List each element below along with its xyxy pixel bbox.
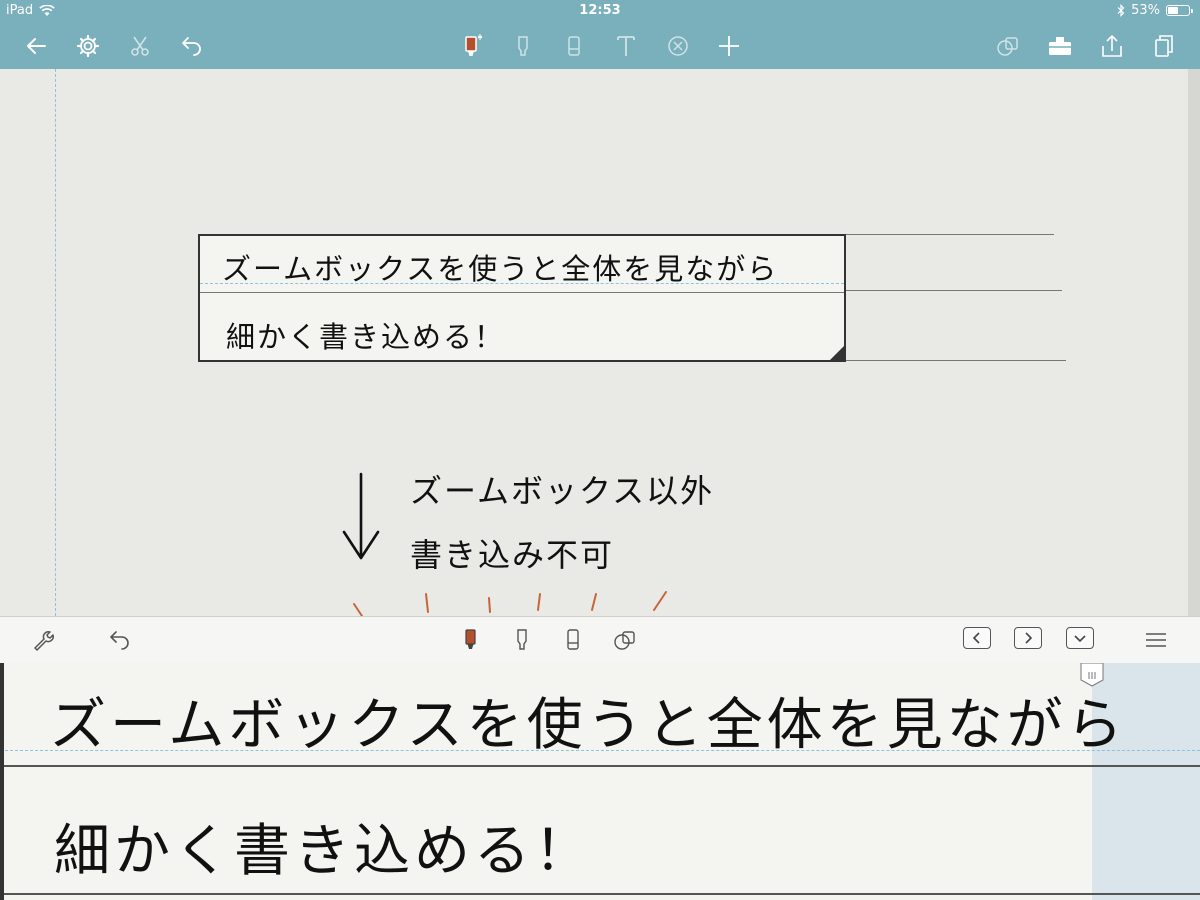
zoom-highlighter-button[interactable] bbox=[507, 625, 537, 655]
ruled-line bbox=[846, 290, 1062, 291]
zoom-eraser-button[interactable] bbox=[558, 625, 588, 655]
zoom-pen-button[interactable] bbox=[455, 625, 485, 655]
main-toolbar bbox=[0, 22, 1200, 69]
undo-icon bbox=[110, 631, 129, 650]
zoom-advance-handle[interactable] bbox=[1080, 663, 1104, 687]
zoom-panel-toolbar bbox=[0, 616, 1200, 664]
zoom-ruled-line bbox=[0, 893, 1200, 895]
battery-percent: 53% bbox=[1131, 3, 1160, 18]
zoom-settings-button[interactable] bbox=[28, 625, 58, 655]
note-line-2: 書き込み不可 bbox=[410, 536, 615, 574]
next-icon bbox=[1025, 632, 1033, 644]
back-button[interactable] bbox=[21, 31, 51, 61]
scissors-button[interactable] bbox=[125, 31, 155, 61]
highlighter-icon bbox=[517, 629, 527, 650]
highlighter-icon bbox=[518, 36, 528, 56]
wrench-icon bbox=[34, 631, 54, 651]
zoom-handwriting-line-2: 細かく書き込める！ bbox=[54, 819, 594, 884]
undo-button[interactable] bbox=[176, 31, 206, 61]
zoom-prev-button[interactable] bbox=[963, 627, 991, 649]
scissors-icon bbox=[131, 36, 149, 56]
pen-icon bbox=[465, 629, 476, 649]
share-icon bbox=[1102, 35, 1122, 57]
zoom-box-ruled-line bbox=[200, 292, 844, 293]
eraser-icon bbox=[568, 36, 580, 56]
add-icon bbox=[719, 36, 739, 56]
back-arrow-icon bbox=[27, 38, 46, 54]
down-icon bbox=[1074, 635, 1086, 643]
ruled-line bbox=[846, 234, 1054, 235]
zoom-box-resize-handle[interactable] bbox=[830, 346, 844, 360]
add-button[interactable] bbox=[714, 31, 744, 61]
battery-fill bbox=[1168, 7, 1178, 14]
zoom-down-button[interactable] bbox=[1066, 627, 1094, 649]
gear-icon bbox=[76, 34, 100, 58]
undo-icon bbox=[182, 37, 201, 56]
battery-icon bbox=[1166, 5, 1193, 16]
pages-icon bbox=[1155, 35, 1173, 57]
menu-icon bbox=[1146, 633, 1166, 647]
delete-circle-icon bbox=[668, 36, 688, 56]
toolbox-icon bbox=[1049, 37, 1071, 55]
zoom-handwriting-line-1: ズームボックスを使うと全体を見ながら bbox=[50, 693, 1127, 758]
zoom-shapes-button[interactable] bbox=[610, 625, 640, 655]
pen-tool-button[interactable] bbox=[456, 31, 486, 61]
status-bar: iPad 12:53 53% bbox=[0, 0, 1200, 22]
bluetooth-icon bbox=[1117, 4, 1125, 17]
zoom-undo-button[interactable] bbox=[104, 625, 134, 655]
zoom-next-button[interactable] bbox=[1014, 627, 1042, 649]
delete-tool-button[interactable] bbox=[663, 31, 693, 61]
prev-icon bbox=[972, 632, 980, 644]
zoom-box-left-edge bbox=[0, 663, 4, 900]
down-arrow-drawing bbox=[342, 472, 380, 560]
highlighter-tool-button[interactable] bbox=[508, 31, 538, 61]
text-icon bbox=[617, 36, 635, 56]
eraser-icon bbox=[567, 629, 579, 650]
text-tool-button[interactable] bbox=[611, 31, 641, 61]
toolbox-button[interactable] bbox=[1045, 31, 1075, 61]
share-button[interactable] bbox=[1097, 31, 1127, 61]
pages-button[interactable] bbox=[1149, 31, 1179, 61]
shapes-icon bbox=[614, 631, 635, 650]
zoom-menu-button[interactable] bbox=[1141, 625, 1171, 655]
shapes-icon bbox=[997, 37, 1018, 56]
margin-guide bbox=[55, 69, 56, 616]
note-line-1: ズームボックス以外 bbox=[410, 472, 715, 510]
ruled-line bbox=[846, 360, 1066, 361]
handwriting-line-2: 細かく書き込める！ bbox=[226, 320, 506, 354]
zoom-ruled-line bbox=[0, 765, 1200, 767]
clock: 12:53 bbox=[579, 3, 621, 18]
orange-burst-strokes bbox=[353, 591, 667, 617]
shapes-button[interactable] bbox=[993, 31, 1023, 61]
pen-icon bbox=[465, 34, 483, 56]
eraser-tool-button[interactable] bbox=[559, 31, 589, 61]
page-gutter bbox=[1188, 69, 1200, 616]
handwriting-line-1: ズームボックスを使うと全体を見ながら bbox=[222, 252, 779, 286]
settings-button[interactable] bbox=[73, 31, 103, 61]
zoom-box[interactable]: ズームボックスを使うと全体を見ながら 細かく書き込める！ bbox=[198, 234, 846, 362]
status-right: 53% bbox=[1117, 3, 1193, 18]
